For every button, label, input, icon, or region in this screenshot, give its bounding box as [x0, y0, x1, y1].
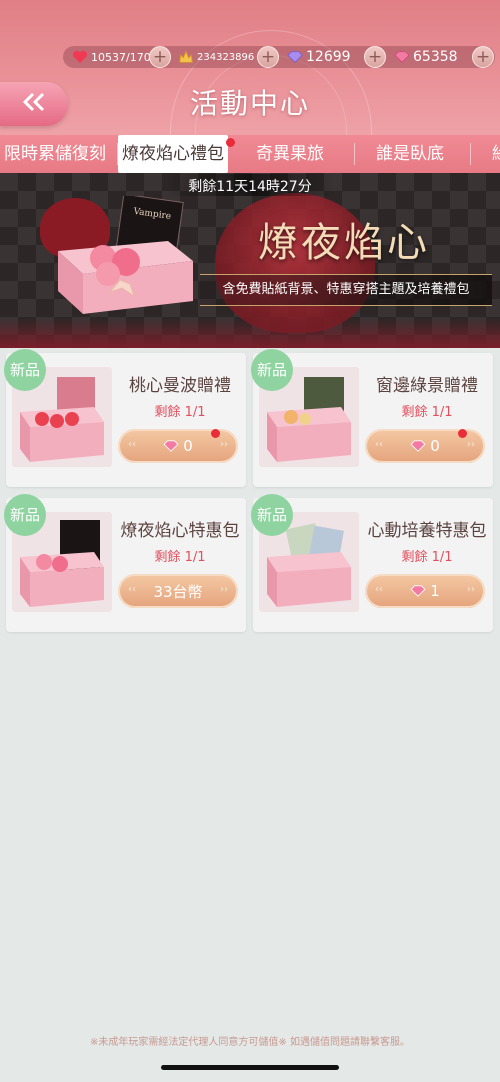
footer-notice: ※未成年玩家需經法定代理人同意方可儲值※ 如遇儲值問題請聯繫客服。: [90, 1037, 410, 1048]
chevron-left-icon: ‹‹: [375, 584, 383, 595]
purple-diamond-icon: [287, 49, 303, 65]
banner-title: 燎夜焰心: [258, 220, 430, 266]
new-badge: 新品: [251, 494, 293, 536]
add-purple-diamond-button[interactable]: +: [364, 46, 386, 68]
buy-button[interactable]: ‹‹ 1 ››: [365, 574, 485, 608]
add-pink-diamond-button[interactable]: +: [472, 46, 494, 68]
chevron-right-icon: ››: [220, 439, 228, 450]
resource-stamina: 10537/170: [72, 47, 151, 67]
stamina-value: 10537/170: [91, 50, 151, 64]
gift-card[interactable]: 新品 窗邊綠景贈禮 剩餘 1/1 ‹‹ 0 ››: [251, 349, 493, 487]
pink-diamond-icon: [410, 440, 426, 452]
new-badge: 新品: [4, 494, 46, 536]
gift-remaining: 剩餘 1/1: [154, 405, 206, 420]
gift-name: 窗邊綠景贈禮: [376, 376, 478, 396]
gift-remaining: 剩餘 1/1: [154, 550, 206, 565]
banner-subtitle: 含免費貼紙背景、特惠穿搭主題及培養禮包: [200, 274, 492, 306]
tab-divider: [354, 143, 355, 165]
chevron-right-icon: ››: [467, 584, 475, 595]
resource-purple-diamond: 12699: [287, 47, 351, 67]
gift-card[interactable]: 新品 桃心曼波贈禮 剩餘 1/1 ‹‹ 0 ››: [4, 349, 246, 487]
heart-icon: [72, 49, 88, 65]
chevron-left-icon: ‹‹: [128, 439, 136, 450]
price-label: 0: [430, 437, 440, 455]
gift-card[interactable]: 新品 燎夜焰心特惠包 剩餘 1/1 ‹‹ 33台幣 ››: [4, 494, 246, 632]
price-label: 1: [430, 582, 440, 600]
gift-name: 桃心曼波贈禮: [129, 376, 231, 396]
tab-divider: [470, 143, 471, 165]
tab-who-is-spy[interactable]: 誰是臥底: [376, 135, 444, 173]
notification-dot: [458, 429, 467, 438]
event-timer: 剩餘11天14時27分: [188, 179, 312, 195]
home-indicator[interactable]: [161, 1065, 339, 1070]
tab-kiwi-trip[interactable]: 奇異果旅: [256, 135, 324, 173]
new-badge: 新品: [4, 349, 46, 391]
resource-pink-diamond: 65358: [394, 47, 458, 67]
chevron-right-icon: ››: [467, 439, 475, 450]
buy-button[interactable]: ‹‹ 33台幣 ››: [118, 574, 238, 608]
gold-bell-icon: [178, 49, 194, 65]
price-label: 0: [183, 437, 193, 455]
chevron-left-icon: ‹‹: [375, 439, 383, 450]
buy-button[interactable]: ‹‹ 0 ››: [118, 429, 238, 463]
gold-value: 234323896: [197, 51, 255, 63]
buy-button[interactable]: ‹‹ 0 ››: [365, 429, 485, 463]
new-badge: 新品: [251, 349, 293, 391]
price-label: 33台幣: [153, 582, 203, 601]
pink-diamond-value: 65358: [413, 49, 458, 65]
purple-diamond-value: 12699: [306, 49, 351, 65]
pink-diamond-icon: [410, 585, 426, 597]
tab-limited-recharge[interactable]: 限時累儲復刻: [4, 135, 106, 173]
gift-card[interactable]: 新品 心動培養特惠包 剩餘 1/1 ‹‹ 1 ››: [251, 494, 493, 632]
banner-floor: [0, 318, 500, 348]
add-stamina-button[interactable]: +: [149, 46, 171, 68]
tab-bar: 限時累儲復刻 燎夜焰心禮包 奇異果旅 誰是臥底 緣: [0, 135, 500, 173]
resource-gold: 234323896: [178, 47, 254, 67]
chevron-left-icon: ‹‹: [128, 584, 136, 595]
tab-fiery-night-pack[interactable]: 燎夜焰心禮包: [118, 135, 228, 173]
chevron-right-icon: ››: [220, 584, 228, 595]
tab-notification-dot: [226, 138, 235, 147]
page-title: 活動中心: [189, 87, 310, 120]
pink-diamond-icon: [394, 49, 410, 65]
notification-dot: [211, 429, 220, 438]
gift-name: 心動培養特惠包: [367, 521, 487, 541]
gift-box-illustration: Vampire: [48, 193, 198, 316]
add-gold-button[interactable]: +: [257, 46, 279, 68]
gift-name: 燎夜焰心特惠包: [120, 521, 240, 541]
pink-diamond-icon: [163, 440, 179, 452]
tab-next[interactable]: 緣: [492, 135, 500, 173]
gift-remaining: 剩餘 1/1: [401, 405, 453, 420]
gift-remaining: 剩餘 1/1: [401, 550, 453, 565]
